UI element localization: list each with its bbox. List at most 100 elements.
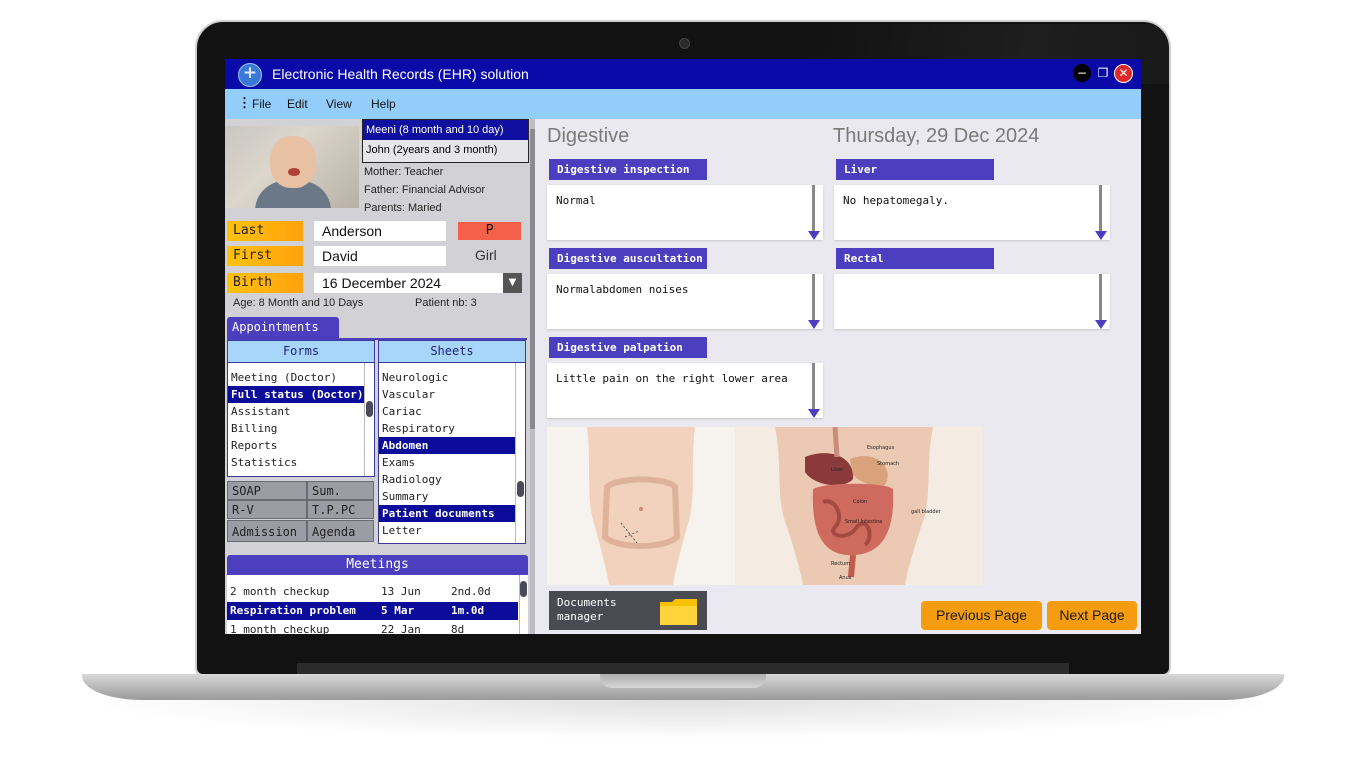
field-scrollbar[interactable]: [812, 274, 815, 320]
menu-bar: ⋮ File Edit View Help: [225, 89, 1141, 119]
photo-mouth: [288, 168, 300, 176]
tppc-button[interactable]: T.P.PC: [307, 500, 374, 519]
age-text: Age: 8 Month and 10 Days: [233, 297, 364, 309]
scroll-down-icon[interactable]: [808, 320, 820, 329]
menu-help[interactable]: Help: [371, 97, 396, 111]
list-item[interactable]: Meeting (Doctor): [228, 369, 374, 386]
list-item[interactable]: Respiratory: [379, 420, 525, 437]
minimize-button[interactable]: −: [1073, 64, 1091, 82]
previous-page-button[interactable]: Previous Page: [921, 601, 1042, 630]
list-item[interactable]: Neurologic: [379, 369, 525, 386]
list-item[interactable]: Statistics: [228, 454, 374, 471]
sheets-scrollbar[interactable]: [515, 363, 525, 543]
list-item[interactable]: Abdomen: [379, 437, 515, 454]
restore-button[interactable]: ❐: [1094, 64, 1112, 82]
close-button[interactable]: ✕: [1114, 64, 1133, 83]
list-item[interactable]: Billing: [228, 420, 374, 437]
child-item-john[interactable]: John (2years and 3 month): [363, 140, 528, 160]
section-title: Digestive: [547, 125, 630, 147]
table-row[interactable]: 1 month checkup 22 Jan 8d: [227, 621, 518, 634]
meeting-name: 1 month checkup: [230, 623, 330, 634]
panel-scrollbar-thumb[interactable]: [530, 129, 535, 429]
field-scrollbar[interactable]: [1099, 185, 1102, 231]
parents-info: Parents: Maried: [364, 202, 442, 214]
meeting-date: 13 Jun: [381, 585, 421, 598]
list-item[interactable]: Cariac: [379, 403, 525, 420]
admission-button[interactable]: Admission: [227, 520, 307, 542]
list-item[interactable]: Vascular: [379, 386, 525, 403]
table-row[interactable]: 2 month checkup 13 Jun 2nd.0d: [227, 583, 518, 601]
menu-dots-icon[interactable]: ⋮: [238, 95, 251, 111]
label-rectum: Rectum: [831, 561, 850, 567]
sheets-scroll-thumb[interactable]: [517, 481, 524, 497]
digestive-palpation-label: Digestive palpation: [549, 337, 707, 358]
label-colon: Colon: [853, 499, 867, 505]
meeting-date: 22 Jan: [381, 623, 421, 634]
tab-appointments[interactable]: Appointments: [227, 317, 339, 338]
scroll-down-icon[interactable]: [1095, 320, 1107, 329]
agenda-button[interactable]: Agenda: [307, 520, 374, 542]
forms-scroll-thumb[interactable]: [366, 401, 373, 417]
first-name-field[interactable]: David: [314, 246, 446, 266]
list-item[interactable]: Assistant: [228, 403, 374, 420]
list-item[interactable]: Summary: [379, 488, 525, 505]
field-scrollbar[interactable]: [812, 363, 815, 409]
list-item[interactable]: Letter: [379, 522, 525, 539]
meetings-header: Meetings: [227, 555, 528, 575]
chevron-down-icon[interactable]: ▼: [503, 273, 522, 293]
documents-manager-button[interactable]: Documents manager: [549, 591, 707, 630]
field-text: Normal: [556, 194, 596, 207]
forms-scrollbar[interactable]: [364, 363, 374, 476]
window-title: Electronic Health Records (EHR) solution: [272, 66, 529, 82]
meetings-list: 2 month checkup 13 Jun 2nd.0d Respiratio…: [227, 575, 528, 634]
rv-button[interactable]: R-V: [227, 500, 307, 519]
digestive-inspection-label: Digestive inspection: [549, 159, 707, 180]
laptop-hinge: [297, 663, 1069, 674]
scroll-down-icon[interactable]: [808, 231, 820, 240]
last-name-field[interactable]: Anderson: [314, 221, 446, 241]
webcam: [679, 38, 690, 49]
liver-field[interactable]: No hepatomegaly.: [834, 185, 1110, 240]
list-item[interactable]: Patient documents: [379, 505, 515, 522]
scroll-down-icon[interactable]: [808, 409, 820, 418]
digestive-auscultation-field[interactable]: Normalabdomen noises: [547, 274, 823, 329]
sheets-list: Sheets Neurologic Vascular Cariac Respir…: [378, 340, 526, 544]
menu-edit[interactable]: Edit: [287, 97, 308, 111]
menu-file[interactable]: File: [252, 97, 271, 111]
last-name-label: Last: [227, 221, 303, 241]
list-item[interactable]: Radiology: [379, 471, 525, 488]
scroll-down-icon[interactable]: [1095, 231, 1107, 240]
label-anus: Anus: [839, 575, 852, 581]
patient-photo: [225, 126, 359, 208]
table-row[interactable]: Respiration problem 5 Mar 1m.0d: [227, 602, 518, 620]
list-item[interactable]: Reports: [228, 437, 374, 454]
soap-button[interactable]: SOAP: [227, 481, 307, 500]
organs-illustration: Esophagus Stomach Liver Colon gall bladd…: [735, 427, 983, 585]
photo-face: [270, 136, 316, 188]
sheets-header: Sheets: [379, 341, 525, 363]
label-gall-bladder: gall bladder: [911, 509, 942, 515]
field-scrollbar[interactable]: [812, 185, 815, 231]
menu-view[interactable]: View: [326, 97, 352, 111]
field-scrollbar[interactable]: [1099, 274, 1102, 320]
child-item-meeni[interactable]: Meeni (8 month and 10 day): [363, 120, 528, 140]
rectal-field[interactable]: [834, 274, 1110, 329]
next-page-button[interactable]: Next Page: [1047, 601, 1137, 630]
meetings-scroll-thumb[interactable]: [520, 581, 527, 597]
documents-label-line1: Documents: [557, 596, 617, 609]
title-bar: Electronic Health Records (EHR) solution…: [225, 59, 1141, 89]
visit-date: Thursday, 29 Dec 2024: [833, 125, 1040, 147]
app-window: Electronic Health Records (EHR) solution…: [225, 59, 1141, 634]
label-liver: Liver: [831, 467, 844, 473]
meetings-scrollbar[interactable]: [519, 575, 528, 634]
meeting-duration: 2nd.0d: [451, 585, 491, 598]
digestive-inspection-field[interactable]: Normal: [547, 185, 823, 240]
mother-info: Mother: Teacher: [364, 166, 444, 178]
sum-button[interactable]: Sum.: [307, 481, 374, 500]
children-list: Meeni (8 month and 10 day) John (2years …: [362, 119, 529, 163]
list-item[interactable]: Exams: [379, 454, 525, 471]
digestive-palpation-field[interactable]: Little pain on the right lower area: [547, 363, 823, 418]
documents-label-line2: manager: [557, 610, 604, 623]
list-item[interactable]: Full status (Doctor): [228, 386, 364, 403]
birth-date-field[interactable]: 16 December 2024: [314, 273, 503, 293]
